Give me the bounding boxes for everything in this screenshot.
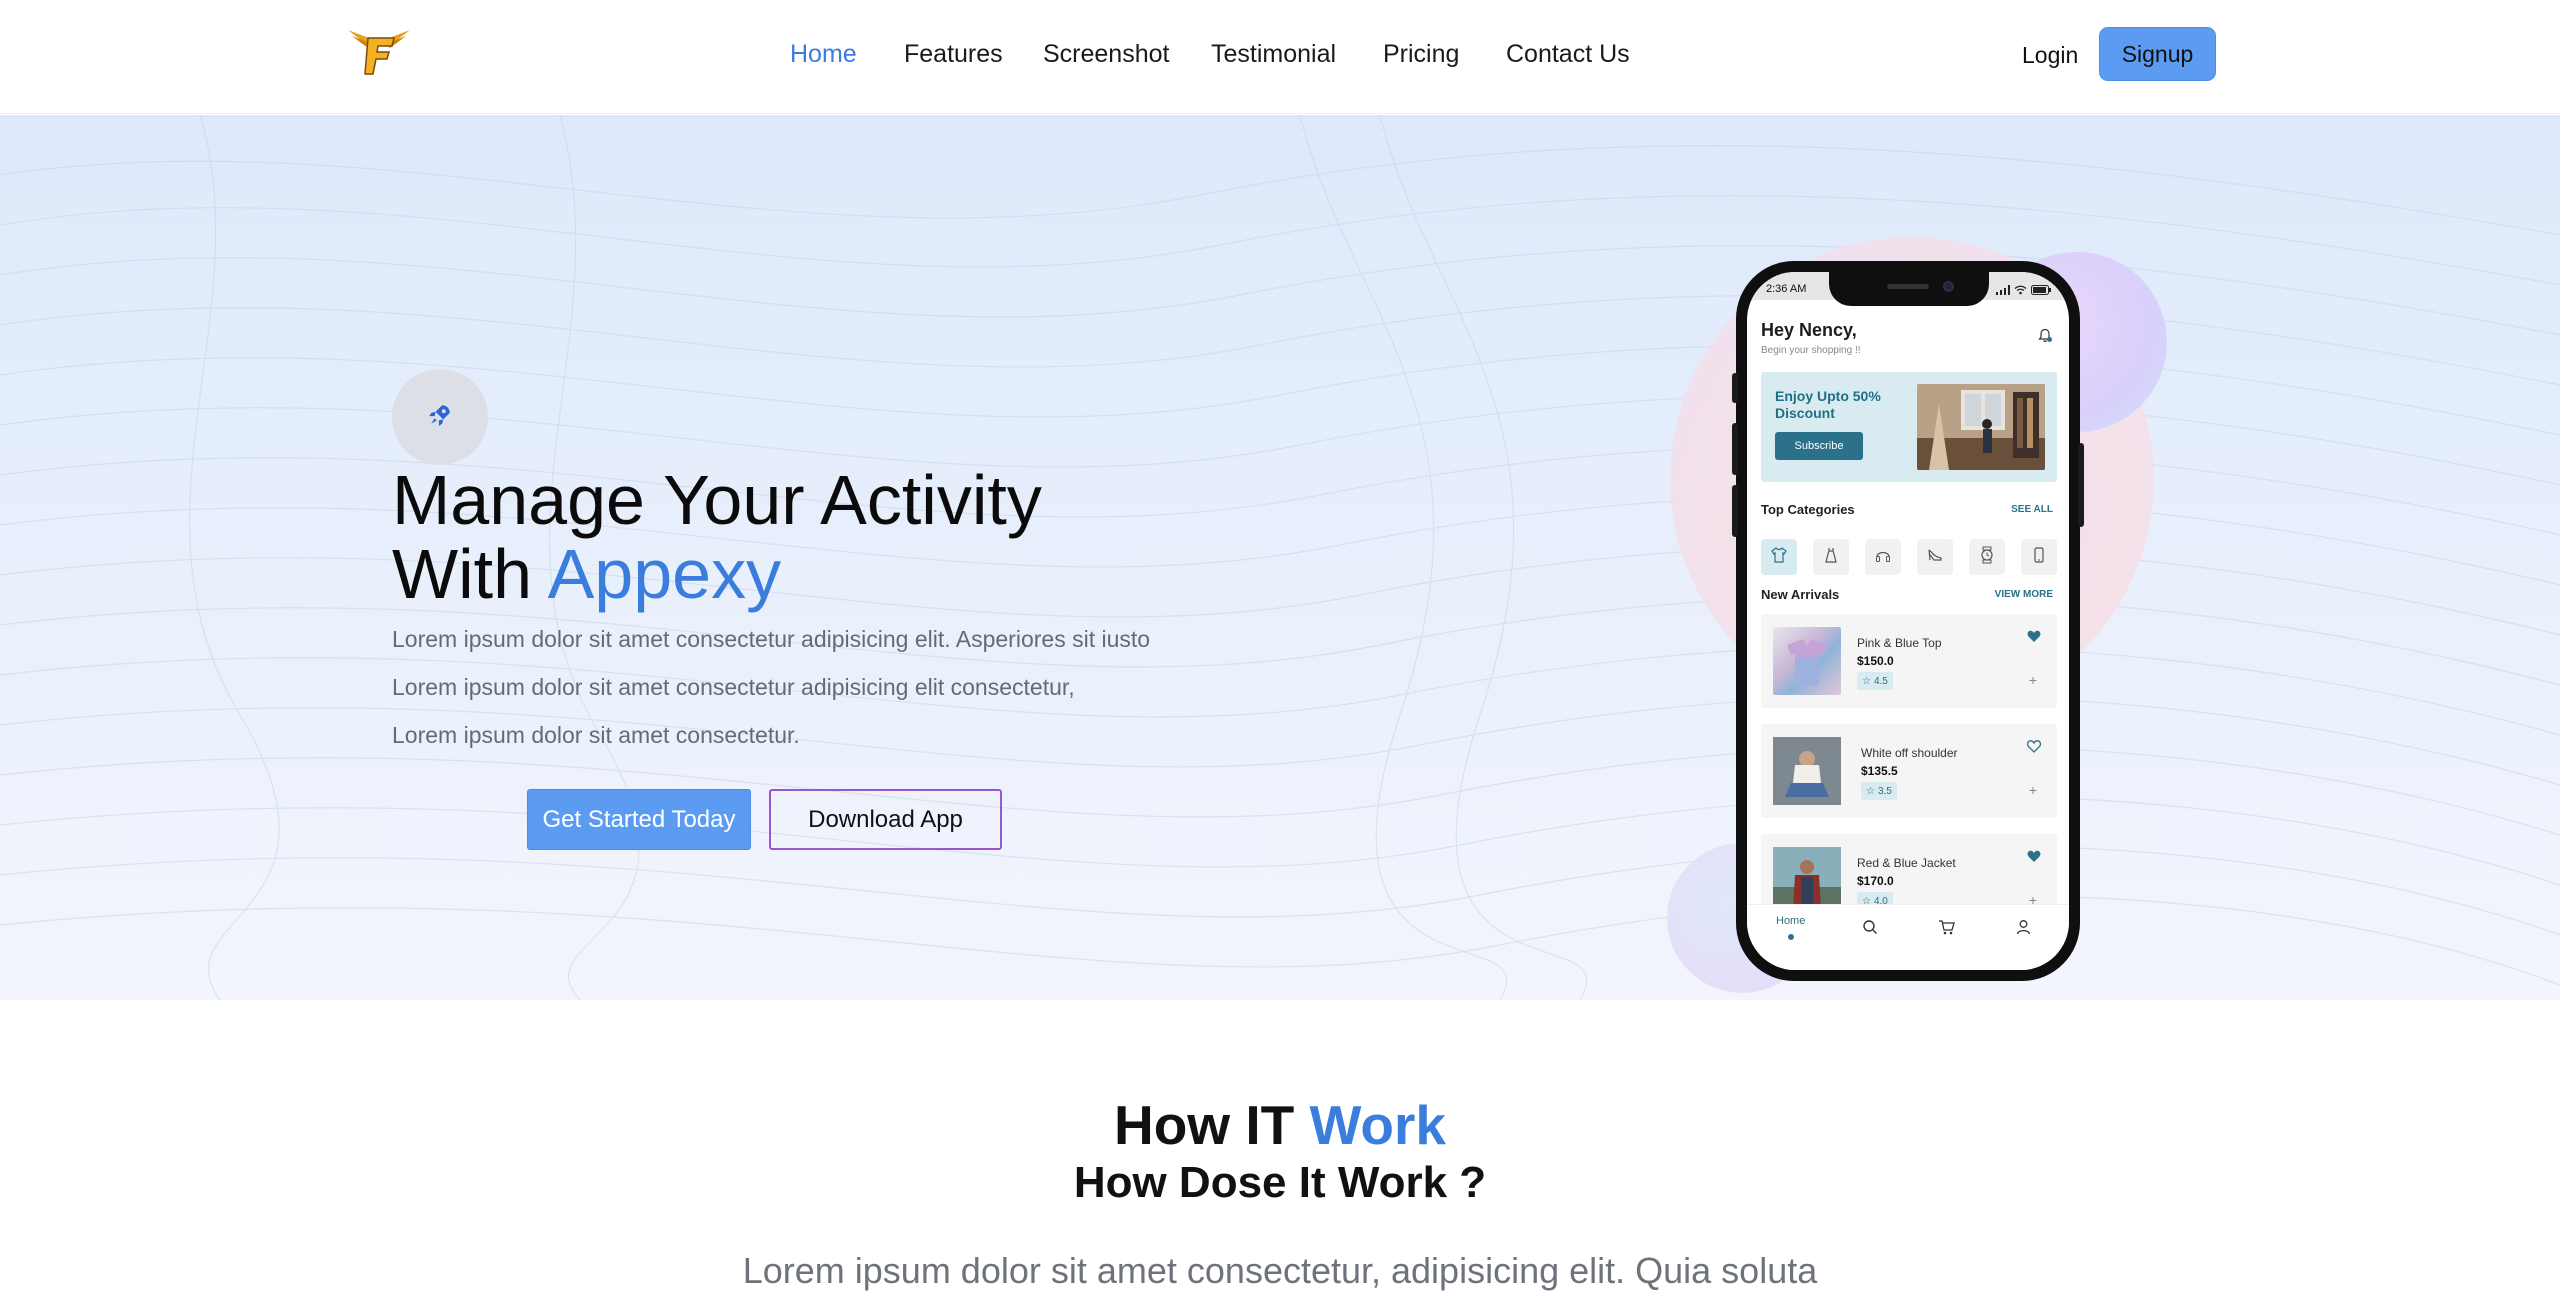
product-rating: ☆ 3.5 — [1861, 782, 1897, 800]
product-card[interactable]: White off shoulder $135.5 ☆ 3.5 + — [1761, 724, 2057, 818]
phone-power-button — [2078, 443, 2084, 527]
view-more-link[interactable]: VIEW MORE — [1995, 589, 2053, 600]
phone-bottom-nav: Home — [1747, 904, 2069, 970]
background-wave-pattern — [0, 115, 2560, 1000]
heart-outline-icon[interactable] — [2026, 740, 2042, 758]
new-arrivals-label: New Arrivals — [1761, 587, 1840, 602]
product-rating-value: 4.5 — [1873, 675, 1888, 687]
product-image-white-off-shoulder — [1773, 737, 1841, 805]
star-icon: ☆ — [1866, 785, 1875, 797]
phone-camera — [1943, 281, 1954, 292]
promo-store-image — [1917, 384, 2045, 470]
category-dress[interactable] — [1813, 539, 1849, 575]
promo-title: Enjoy Upto 50% Discount — [1775, 388, 1881, 421]
how-it-work-subtitle: How Dose It Work ? — [1073, 1158, 1487, 1207]
nav-testimonial[interactable]: Testimonial — [1211, 40, 1336, 69]
status-icons — [1996, 282, 2051, 300]
navbar: Home Features Screenshot Testimonial Pri… — [0, 0, 2560, 114]
hero-section: Manage Your Activity With Appexy Lorem i… — [0, 115, 2560, 1000]
add-to-cart-button[interactable]: + — [2023, 780, 2043, 800]
product-price: $170.0 — [1857, 874, 1894, 888]
hero-title-brand: Appexy — [547, 535, 782, 613]
heart-filled-icon[interactable] — [2027, 850, 2041, 868]
add-to-cart-button[interactable]: + — [2023, 670, 2043, 690]
star-icon: ☆ — [1862, 675, 1871, 687]
signup-button[interactable]: Signup — [2099, 27, 2216, 81]
nav-features[interactable]: Features — [904, 40, 1003, 69]
download-app-button[interactable]: Download App — [769, 789, 1002, 850]
hero-description-line2: Lorem ipsum dolor sit amet consectetur a… — [392, 674, 1075, 700]
hero-description-line3: Lorem ipsum dolor sit amet consectetur. — [392, 722, 800, 748]
hero-title-line2-prefix: With — [392, 535, 548, 613]
category-row — [1761, 539, 2057, 575]
product-card[interactable]: Pink & Blue Top $150.0 ☆ 4.5 + — [1761, 614, 2057, 708]
nav-screenshot[interactable]: Screenshot — [1043, 40, 1169, 69]
phone-volume-down — [1732, 485, 1738, 537]
phone-speaker — [1887, 284, 1929, 289]
cart-icon[interactable] — [1938, 919, 1955, 940]
product-rating: ☆ 4.5 — [1857, 672, 1893, 690]
login-link[interactable]: Login — [2022, 42, 2078, 69]
category-phone[interactable] — [2021, 539, 2057, 575]
how-title-prefix: How IT — [1113, 1094, 1310, 1156]
hero-title-line1: Manage Your Activity — [392, 461, 1042, 539]
phone-screen: 2:36 AM Hey Nency, Begin your shopping !… — [1747, 272, 2069, 970]
rocket-badge — [392, 369, 488, 465]
phone-side-button — [1732, 373, 1738, 403]
category-headphones[interactable] — [1865, 539, 1901, 575]
watch-icon — [1978, 546, 1996, 569]
category-heels[interactable] — [1917, 539, 1953, 575]
greeting-subtitle: Begin your shopping !! — [1761, 345, 1861, 356]
phone-mockup: 2:36 AM Hey Nency, Begin your shopping !… — [1732, 261, 2084, 981]
top-categories-label: Top Categories — [1761, 502, 1855, 517]
how-it-work-title: How IT Work — [0, 1093, 2560, 1157]
product-name: Pink & Blue Top — [1857, 636, 1942, 650]
nav-contact-us[interactable]: Contact Us — [1506, 40, 1630, 69]
headphones-icon — [1874, 546, 1892, 569]
phone-icon — [2030, 546, 2048, 569]
hero-description-line1: Lorem ipsum dolor sit amet consectetur a… — [392, 626, 1151, 652]
dress-icon — [1822, 546, 1840, 569]
wifi-icon — [2014, 282, 2027, 300]
how-title-accent: Work — [1309, 1094, 1447, 1156]
phone-notch — [1829, 272, 1989, 306]
status-time: 2:36 AM — [1766, 283, 1807, 295]
get-started-button[interactable]: Get Started Today — [527, 789, 751, 850]
bottom-nav-home[interactable]: Home — [1776, 915, 1805, 927]
phone-volume-up — [1732, 423, 1738, 475]
shirt-icon — [1770, 546, 1788, 569]
see-all-link[interactable]: SEE ALL — [2011, 504, 2053, 515]
notification-bell-icon[interactable] — [2037, 328, 2053, 349]
battery-icon — [2031, 282, 2051, 300]
product-price: $150.0 — [1857, 654, 1894, 668]
active-indicator-dot — [1788, 934, 1794, 940]
category-watch[interactable] — [1969, 539, 2005, 575]
product-name: White off shoulder — [1861, 746, 1958, 760]
profile-icon[interactable] — [2016, 919, 2031, 940]
product-name: Red & Blue Jacket — [1857, 856, 1956, 870]
signal-icon — [1996, 282, 2010, 300]
category-shirt[interactable] — [1761, 539, 1797, 575]
rocket-icon — [427, 402, 453, 433]
nav-pricing[interactable]: Pricing — [1383, 40, 1459, 69]
promo-banner[interactable]: Enjoy Upto 50% Discount Subscribe — [1761, 372, 2057, 482]
how-it-work-description: Lorem ipsum dolor sit amet consectetur, … — [742, 1250, 1818, 1291]
heart-filled-icon[interactable] — [2027, 630, 2041, 648]
product-image-pink-blue-top — [1773, 627, 1841, 695]
product-price: $135.5 — [1861, 764, 1898, 778]
greeting-title: Hey Nency, — [1761, 320, 1857, 340]
hero-title: Manage Your Activity With Appexy — [392, 463, 1042, 611]
nav-home[interactable]: Home — [790, 40, 857, 69]
heels-icon — [1926, 546, 1944, 569]
product-rating-value: 3.5 — [1877, 785, 1892, 797]
subscribe-button[interactable]: Subscribe — [1775, 432, 1863, 460]
search-icon[interactable] — [1862, 919, 1878, 940]
